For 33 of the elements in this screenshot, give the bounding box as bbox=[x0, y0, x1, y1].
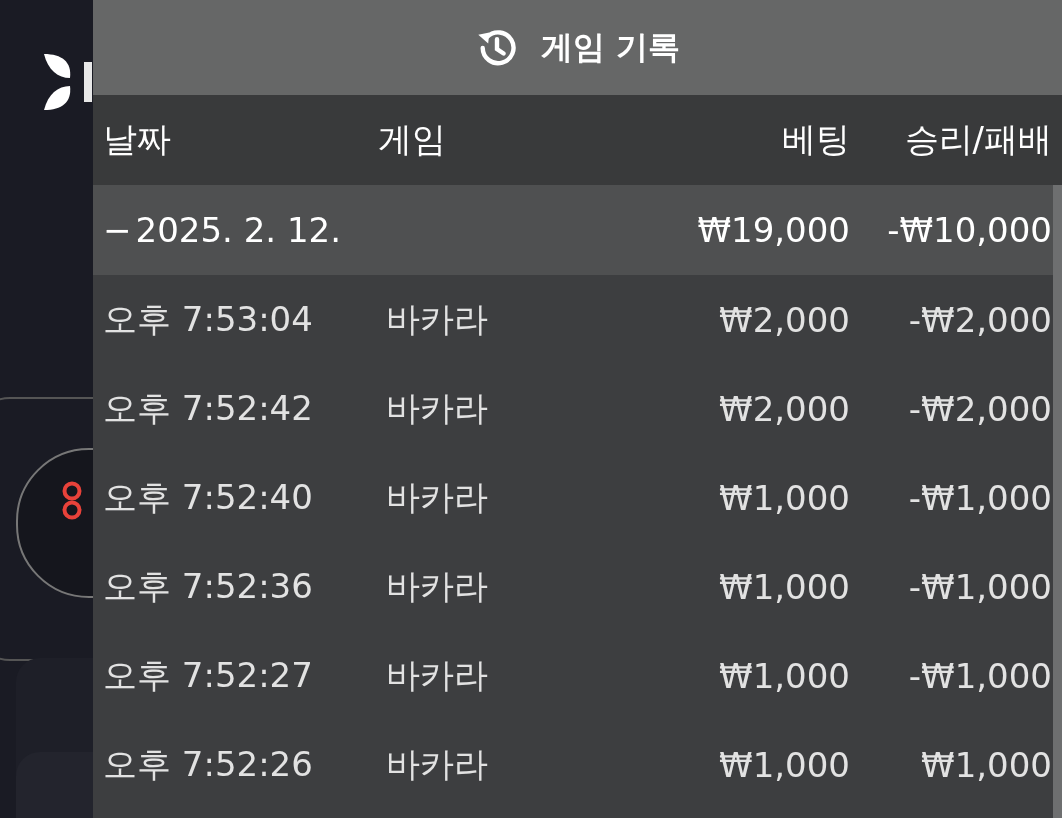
bet-cell-text: ₩1,000 bbox=[718, 566, 850, 607]
bet-total: ₩19,000 bbox=[696, 210, 850, 250]
time-cell-text: 오후 7:52:42 bbox=[103, 386, 314, 430]
bet-cell-text: ₩1,000 bbox=[718, 477, 850, 518]
result-total: -₩10,000 bbox=[886, 210, 1052, 250]
result-cell-text: -₩2,000 bbox=[907, 388, 1052, 429]
game-cell-text: 바카라 bbox=[385, 564, 489, 608]
result-cell-text: -₩1,000 bbox=[907, 477, 1052, 518]
time-cell-text: 오후 7:52:26 bbox=[103, 742, 314, 786]
game-cell-text: 바카라 bbox=[385, 742, 489, 786]
column-header: 날짜 bbox=[103, 118, 172, 161]
time-cell-text: 오후 7:53:04 bbox=[103, 297, 314, 341]
result-cell-text: -₩2,000 bbox=[907, 299, 1052, 340]
date-cell: 2025. 2. 12. bbox=[135, 210, 341, 250]
column-header: 베팅 bbox=[781, 118, 850, 161]
result-cell-text: -₩1,000 bbox=[907, 655, 1052, 696]
collapse-toggle[interactable]: − bbox=[103, 210, 136, 250]
panel-title: 게임 기록 bbox=[540, 26, 681, 68]
time-cell-text: 오후 7:52:36 bbox=[103, 564, 314, 608]
bet-cell-text: ₩1,000 bbox=[718, 655, 850, 696]
game-cell-text: 바카라 bbox=[385, 297, 489, 341]
bet-cell-text: ₩2,000 bbox=[718, 299, 850, 340]
bet-cell-text: ₩2,000 bbox=[718, 388, 850, 429]
time-cell-text: 오후 7:52:40 bbox=[103, 475, 314, 519]
result-cell-text: ₩1,000 bbox=[920, 744, 1052, 785]
bet-cell-text: ₩1,000 bbox=[718, 744, 850, 785]
result-cell-text: -₩1,000 bbox=[907, 566, 1052, 607]
column-header: 승리/패배 bbox=[903, 118, 1052, 161]
game-cell-text: 바카라 bbox=[385, 386, 489, 430]
time-cell-text: 오후 7:52:27 bbox=[103, 653, 314, 697]
game-cell-text: 바카라 bbox=[385, 475, 489, 519]
game-cell-text: 바카라 bbox=[385, 653, 489, 697]
column-header: 게임 bbox=[377, 118, 447, 161]
